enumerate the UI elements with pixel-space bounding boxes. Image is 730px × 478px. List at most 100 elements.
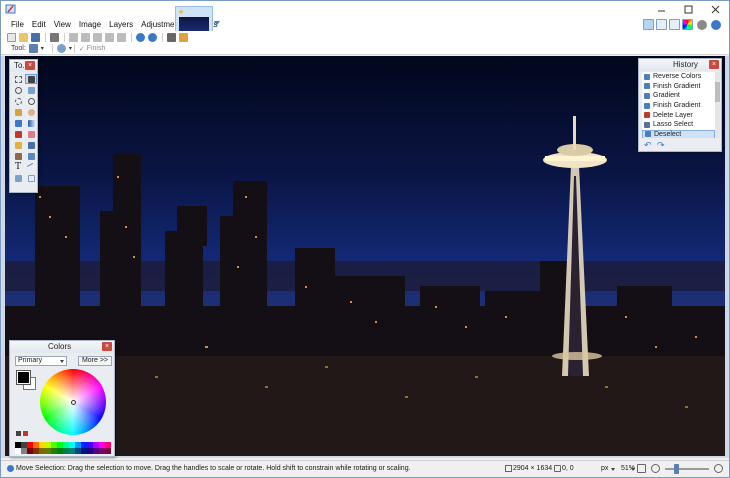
zoom-tool-icon[interactable]	[25, 96, 37, 106]
colors-panel-close-button[interactable]: ×	[102, 342, 112, 351]
layers-window-toggle[interactable]	[669, 19, 680, 30]
history-item-selected[interactable]: Deselect	[642, 129, 715, 138]
palette-swatch[interactable]	[105, 448, 111, 454]
history-buttons: ↶ ↷	[644, 141, 670, 150]
settings-gear-icon[interactable]	[697, 19, 707, 30]
units-select[interactable]: px	[601, 465, 608, 472]
history-item-icon	[644, 83, 650, 90]
history-item[interactable]: Finish Gradient	[642, 101, 715, 111]
zoom-to-window-icon[interactable]	[637, 464, 646, 473]
primary-color-swatch[interactable]	[16, 370, 31, 385]
selection-mode-dropdown-icon[interactable]: ▾	[69, 45, 72, 52]
tool-dropdown-icon[interactable]: ▾	[41, 45, 44, 52]
color-wheel-marker[interactable]	[71, 400, 76, 405]
history-item-icon	[645, 131, 651, 138]
tools-panel-close-button[interactable]: ×	[25, 61, 35, 70]
paint-bucket-tool-icon[interactable]	[12, 118, 24, 128]
status-text: Move Selection: Drag the selection to mo…	[16, 465, 411, 472]
menu-view[interactable]: View	[54, 20, 71, 29]
history-item[interactable]: Delete Layer	[642, 110, 715, 120]
recolor-tool-icon[interactable]	[25, 151, 37, 161]
history-panel-title[interactable]: History ×	[639, 59, 721, 71]
image-size-icon	[505, 465, 512, 472]
history-panel-close-button[interactable]: ×	[709, 60, 719, 69]
history-item[interactable]: Gradient	[642, 91, 715, 101]
history-item[interactable]: Reverse Colors	[642, 72, 715, 82]
colors-panel-title[interactable]: Colors ×	[10, 341, 114, 353]
clone-stamp-tool-icon[interactable]	[12, 151, 24, 161]
ellipse-select-tool-icon[interactable]	[12, 96, 24, 106]
grid-icon[interactable]	[167, 32, 176, 42]
deselect-icon[interactable]	[117, 32, 126, 42]
tools-panel-title[interactable]: To... ×	[10, 60, 37, 72]
shape-type-icon[interactable]	[25, 173, 37, 183]
text-tool-icon[interactable]: T	[12, 162, 24, 172]
selection-mode-icon[interactable]	[56, 44, 66, 53]
zoom-out-icon[interactable]	[651, 464, 660, 473]
line-curve-tool-icon[interactable]	[25, 162, 37, 172]
history-redo-icon[interactable]: ↷	[657, 141, 666, 150]
rectangle-select-tool-icon[interactable]	[12, 74, 24, 84]
history-undo-icon[interactable]: ↶	[644, 141, 653, 150]
zoom-dropdown-icon[interactable]	[631, 468, 635, 471]
paste-icon[interactable]	[93, 32, 102, 42]
swap-colors-icon[interactable]	[23, 431, 28, 436]
open-icon[interactable]	[19, 32, 28, 42]
eraser-tool-icon[interactable]	[25, 129, 37, 139]
history-item-label: Reverse Colors	[653, 73, 702, 81]
move-selected-pixels-tool-icon[interactable]	[25, 85, 37, 95]
copy-icon[interactable]	[81, 32, 90, 42]
history-item[interactable]: Lasso Select	[642, 120, 715, 130]
history-window-toggle[interactable]	[656, 19, 667, 30]
undo-icon[interactable]	[136, 32, 145, 42]
help-icon[interactable]	[711, 19, 721, 30]
paintbrush-tool-icon[interactable]	[12, 129, 24, 139]
magic-wand-tool-icon[interactable]	[12, 107, 24, 117]
colors-window-toggle[interactable]	[682, 19, 693, 30]
gradient-tool-icon[interactable]	[25, 118, 37, 128]
pencil-tool-icon[interactable]	[12, 140, 24, 150]
menu-image[interactable]: Image	[79, 20, 101, 29]
ruler-icon[interactable]	[179, 32, 188, 42]
units-dropdown-icon[interactable]	[611, 468, 615, 471]
zoom-slider-thumb[interactable]	[674, 464, 679, 474]
close-button[interactable]	[702, 1, 729, 17]
zoom-in-icon[interactable]	[714, 464, 723, 473]
redo-icon[interactable]	[148, 32, 157, 42]
minimize-button[interactable]	[648, 1, 675, 17]
save-icon[interactable]	[31, 32, 40, 42]
zoom-slider-track[interactable]	[665, 468, 709, 470]
tools-panel: To... × T	[9, 59, 38, 193]
cut-icon[interactable]	[69, 32, 78, 42]
history-scrollbar[interactable]	[715, 72, 720, 138]
history-item[interactable]: Finish Gradient	[642, 82, 715, 92]
more-colors-button[interactable]: More >>	[78, 356, 112, 366]
tool-options-bar: Tool: ▾ ▾ ✓ Finish	[1, 43, 729, 55]
maximize-button[interactable]	[675, 1, 702, 17]
primary-color-select[interactable]: Primary	[15, 356, 67, 366]
tool-grid: T	[10, 72, 37, 185]
finish-button[interactable]: Finish	[87, 45, 106, 52]
shapes-tool-icon[interactable]	[12, 173, 24, 183]
lasso-select-tool-icon[interactable]	[12, 85, 24, 95]
print-icon[interactable]	[50, 32, 59, 42]
menu-edit[interactable]: Edit	[32, 20, 46, 29]
cursor-position-icon	[554, 465, 561, 472]
move-selection-tool-icon[interactable]	[28, 44, 38, 53]
tool-label: Tool:	[11, 45, 26, 52]
move-selection-tool-icon[interactable]	[25, 74, 37, 84]
history-item-label: Gradient	[653, 92, 680, 100]
new-icon[interactable]	[7, 32, 16, 42]
colors-panel: Colors × Primary More >>	[9, 340, 115, 457]
main-toolbar	[1, 31, 729, 43]
color-picker-tool-icon[interactable]	[25, 140, 37, 150]
document-list-arrow-icon[interactable]	[214, 21, 220, 25]
pan-tool-icon[interactable]	[25, 107, 37, 117]
toolbar-divider	[162, 32, 163, 42]
menu-file[interactable]: File	[11, 20, 24, 29]
tools-window-toggle[interactable]	[643, 19, 654, 30]
reset-colors-icon[interactable]	[16, 431, 21, 436]
crop-icon[interactable]	[105, 32, 114, 42]
menu-layers[interactable]: Layers	[109, 20, 133, 29]
history-scrollbar-thumb[interactable]	[715, 82, 720, 102]
